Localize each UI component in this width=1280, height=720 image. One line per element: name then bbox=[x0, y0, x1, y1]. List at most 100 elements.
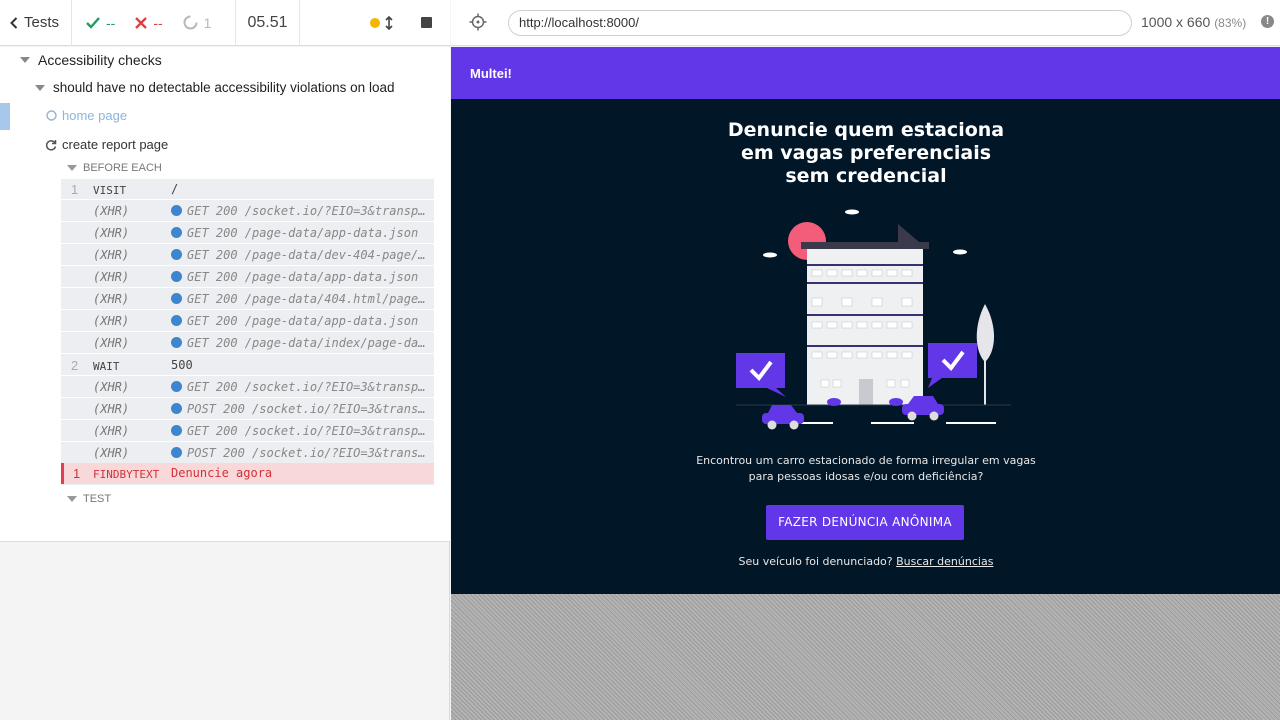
xhr-status-dot-icon bbox=[171, 403, 182, 414]
xhr-status-dot-icon bbox=[171, 337, 182, 348]
caret-down-icon bbox=[67, 496, 77, 502]
command-message: POST 200 /socket.io/?EIO=3&transport=pol… bbox=[171, 446, 431, 460]
scroll-arrows-icon bbox=[385, 15, 393, 30]
command-message-text: GET 200 /socket.io/?EIO=3&transport=poll… bbox=[187, 424, 431, 438]
command-message-text: GET 200 /socket.io/?EIO=3&transport=poll… bbox=[187, 380, 431, 394]
chevron-left-icon bbox=[10, 16, 18, 29]
selector-playground-icon[interactable] bbox=[469, 13, 487, 31]
viewport-zoom: (83%) bbox=[1214, 16, 1247, 30]
command-xhr[interactable]: (XHR) POST 200 /socket.io/?EIO=3&transpor… bbox=[61, 443, 434, 464]
hero-illustration bbox=[736, 209, 1011, 430]
command-message-text: GET 200 /page-data/app-data.json bbox=[187, 270, 419, 284]
aut-backdrop bbox=[451, 594, 1280, 720]
xhr-status-dot-icon bbox=[171, 249, 182, 260]
search-reports-link[interactable]: Buscar denúncias bbox=[896, 555, 993, 568]
command-message: / bbox=[171, 182, 179, 196]
command-xhr[interactable]: (XHR) GET 200 /socket.io/?EIO=3&transport… bbox=[61, 421, 434, 442]
command-message: GET 200 /page-data/dev-404-page/page-dat… bbox=[171, 248, 431, 262]
pending-value: 1 bbox=[203, 14, 212, 31]
xhr-status-dot-icon bbox=[171, 315, 182, 326]
running-indicator-icon bbox=[370, 17, 380, 28]
passed-count: -- bbox=[86, 15, 115, 31]
subsuite-title[interactable]: should have no detectable accessibility … bbox=[35, 80, 394, 95]
stop-icon[interactable] bbox=[421, 17, 432, 28]
test-title: create report page bbox=[62, 137, 169, 152]
pending-circle-icon bbox=[46, 110, 57, 121]
command-name: (XHR) bbox=[93, 446, 130, 460]
xhr-status-dot-icon bbox=[171, 447, 182, 458]
xhr-status-dot-icon bbox=[171, 205, 182, 216]
auto-scroll-toggle[interactable] bbox=[370, 15, 393, 30]
command-xhr[interactable]: (XHR) GET 200 /page-data/app-data.json bbox=[61, 311, 434, 332]
command-message: Denuncie agora bbox=[171, 466, 273, 480]
hero-description-line: para pessoas idosas e/ou com deficiência… bbox=[748, 470, 984, 483]
command-name: (XHR) bbox=[93, 314, 130, 328]
caret-down-icon bbox=[35, 84, 45, 91]
command-message: GET 200 /socket.io/?EIO=3&transport=poll… bbox=[171, 204, 431, 218]
caret-down-icon bbox=[67, 165, 77, 171]
xhr-status-dot-icon bbox=[171, 293, 182, 304]
passed-value: -- bbox=[106, 14, 116, 31]
refresh-icon bbox=[45, 139, 57, 151]
hero-title-line: sem credencial bbox=[785, 165, 947, 187]
active-test-indicator bbox=[0, 103, 10, 130]
hero-title-line: Denuncie quem estaciona bbox=[727, 119, 1005, 141]
command-xhr[interactable]: (XHR) GET 200 /page-data/404.html/page-da… bbox=[61, 289, 434, 310]
command-visit[interactable]: 1 VISIT / bbox=[61, 179, 434, 200]
command-message-text: GET 200 /page-data/404.html/page-data.js… bbox=[187, 292, 431, 306]
command-wait[interactable]: 2 WAIT 500 bbox=[61, 355, 434, 376]
hero-title-line: em vagas preferenciais bbox=[740, 142, 992, 164]
command-message-text: POST 200 /socket.io/?EIO=3&transport=pol… bbox=[187, 446, 431, 460]
command-list: 1 VISIT / (XHR) GET 200 /socket.io/?EIO=3&tr… bbox=[61, 179, 434, 486]
app-brand-logo[interactable]: Multei! bbox=[470, 66, 512, 81]
before-each-header[interactable]: BEFORE EACH bbox=[67, 162, 162, 174]
command-message-text: GET 200 /page-data/app-data.json bbox=[187, 226, 419, 240]
command-number: 1 bbox=[71, 182, 79, 197]
hero-footer: Seu veículo foi denunciado? Buscar denún… bbox=[666, 555, 1066, 568]
app-navbar: Multei! bbox=[451, 47, 1280, 99]
command-xhr[interactable]: (XHR) GET 200 /page-data/app-data.json bbox=[61, 267, 434, 288]
command-name: (XHR) bbox=[93, 270, 130, 284]
suite-title[interactable]: Accessibility checks bbox=[20, 52, 162, 68]
test-create-report-page[interactable]: create report page bbox=[45, 137, 168, 152]
command-message-text: GET 200 /page-data/dev-404-page/page-dat… bbox=[187, 248, 431, 262]
command-xhr[interactable]: (XHR) GET 200 /page-data/index/page-data.… bbox=[61, 333, 434, 354]
command-message: GET 200 /socket.io/?EIO=3&transport=poll… bbox=[171, 424, 431, 438]
command-xhr[interactable]: (XHR) GET 200 /socket.io/?EIO=3&transport… bbox=[61, 377, 434, 398]
check-icon bbox=[86, 16, 100, 29]
command-message: POST 200 /socket.io/?EIO=3&transport=pol… bbox=[171, 402, 431, 416]
test-section-header[interactable]: TEST bbox=[67, 493, 111, 505]
test-stats: -- -- 1 bbox=[72, 0, 236, 46]
hero-description-line: Encontrou um carro estacionado de forma … bbox=[696, 454, 1036, 467]
command-xhr[interactable]: (XHR) POST 200 /socket.io/?EIO=3&transpor… bbox=[61, 399, 434, 420]
app-iframe: Multei! Denuncie quem estaciona em vagas… bbox=[451, 47, 1280, 594]
runner-controls bbox=[300, 0, 450, 46]
command-xhr[interactable]: (XHR) GET 200 /page-data/app-data.json bbox=[61, 223, 434, 244]
viewport-size: 1000 x 660 bbox=[1141, 14, 1211, 30]
test-section-label: TEST bbox=[83, 493, 112, 505]
command-message-text: GET 200 /page-data/index/page-data.json bbox=[187, 336, 431, 350]
command-message: GET 200 /page-data/app-data.json bbox=[171, 270, 431, 284]
before-each-label: BEFORE EACH bbox=[83, 162, 162, 174]
command-name: (XHR) bbox=[93, 204, 130, 218]
report-anonymous-button[interactable]: FAZER DENÚNCIA ANÔNIMA bbox=[766, 505, 964, 540]
command-message: GET 200 /page-data/index/page-data.json bbox=[171, 336, 431, 350]
command-number: 1 bbox=[73, 466, 81, 481]
command-xhr[interactable]: (XHR) GET 200 /socket.io/?EIO=3&transport… bbox=[61, 201, 434, 222]
command-message-text: GET 200 /socket.io/?EIO=3&transport=poll… bbox=[187, 204, 431, 218]
tests-back-button[interactable]: Tests bbox=[0, 0, 72, 46]
info-icon[interactable]: ! bbox=[1261, 15, 1274, 28]
test-home-page[interactable]: home page bbox=[46, 108, 127, 123]
url-bar[interactable]: http://localhost:8000/ bbox=[508, 10, 1132, 36]
duration: 05.51 bbox=[236, 0, 300, 46]
command-message-text: POST 200 /socket.io/?EIO=3&transport=pol… bbox=[187, 402, 431, 416]
command-name: (XHR) bbox=[93, 380, 130, 394]
reporter-header: Tests -- -- 1 05.51 bbox=[0, 0, 450, 46]
subsuite-title-label: should have no detectable accessibility … bbox=[53, 80, 395, 95]
command-message: GET 200 /page-data/404.html/page-data.js… bbox=[171, 292, 431, 306]
xhr-status-dot-icon bbox=[171, 425, 182, 436]
command-message-text: GET 200 /page-data/app-data.json bbox=[187, 314, 419, 328]
command-xhr[interactable]: (XHR) GET 200 /page-data/dev-404-page/pag… bbox=[61, 245, 434, 266]
failed-value: -- bbox=[153, 14, 163, 31]
command-findbytext[interactable]: 1 FINDBYTEXT Denuncie agora bbox=[61, 463, 434, 484]
